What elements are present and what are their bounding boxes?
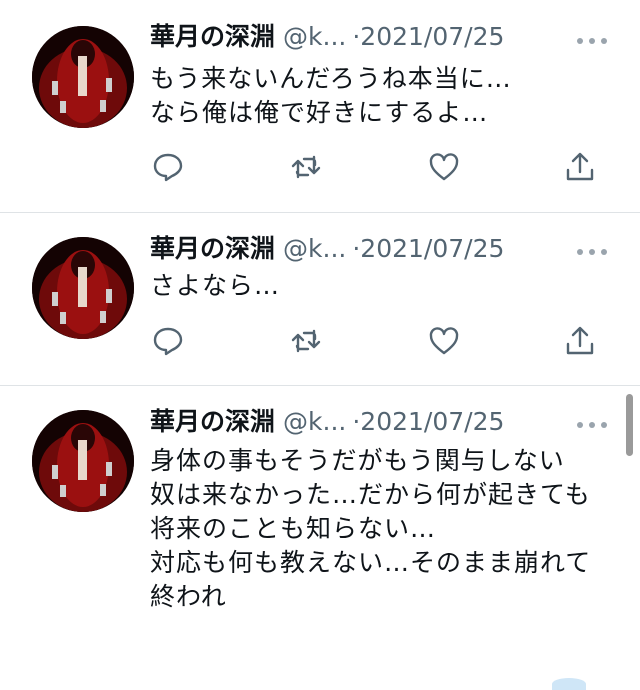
tweet-date[interactable]: 2021/07/25: [360, 22, 504, 51]
display-name[interactable]: 華月の深淵: [150, 407, 275, 436]
reply-button[interactable]: [152, 325, 188, 357]
retweet-button[interactable]: [290, 325, 326, 357]
tweet-date[interactable]: 2021/07/25: [360, 234, 504, 263]
like-button[interactable]: [428, 325, 464, 357]
scrollbar[interactable]: [626, 394, 633, 456]
tweet-header: 華月の深淵 @k... ·2021/07/25: [150, 232, 504, 266]
reply-icon: [153, 153, 183, 182]
avatar[interactable]: [32, 410, 134, 512]
retweet-button[interactable]: [290, 151, 326, 183]
tweet[interactable]: 華月の深淵 @k... ·2021/07/25 もう来ないんだろうね本当に… なら俺…: [0, 0, 640, 212]
avatar-image: [32, 410, 134, 512]
more-icon[interactable]: [574, 32, 610, 50]
like-icon: [429, 327, 459, 355]
avatar-image: [32, 26, 134, 128]
display-name[interactable]: 華月の深淵: [150, 234, 275, 263]
reply-button[interactable]: [152, 151, 188, 183]
more-icon[interactable]: [574, 243, 610, 261]
floating-button-edge[interactable]: [552, 678, 586, 690]
user-handle[interactable]: @k...: [283, 407, 346, 436]
retweet-icon: [291, 155, 321, 179]
reply-icon: [153, 327, 183, 356]
tweet-text: さよなら…: [150, 271, 281, 300]
like-button[interactable]: [428, 151, 464, 183]
share-button[interactable]: [564, 151, 600, 183]
share-icon: [566, 152, 594, 181]
tweet[interactable]: 華月の深淵 @k... ·2021/07/25 さよなら…: [0, 213, 640, 385]
tweet[interactable]: 華月の深淵 @k... ·2021/07/25 身体の事もそうだがもう関与しない 奴…: [0, 386, 640, 684]
avatar-image: [32, 237, 134, 339]
avatar[interactable]: [32, 26, 134, 128]
tweet-text: 身体の事もそうだがもう関与しない 奴は来なかった…だから何が起きても将来のことも…: [150, 446, 592, 611]
user-handle[interactable]: @k...: [283, 234, 346, 263]
tweet-text: もう来ないんだろうね本当に… なら俺は俺で好きにするよ…: [150, 64, 512, 127]
tweet-header: 華月の深淵 @k... ·2021/07/25: [150, 20, 504, 54]
more-icon[interactable]: [574, 416, 610, 434]
avatar[interactable]: [32, 237, 134, 339]
tweet-actions: [150, 325, 610, 357]
retweet-icon: [291, 329, 321, 353]
tweet-date[interactable]: 2021/07/25: [360, 407, 504, 436]
tweet-header: 華月の深淵 @k... ·2021/07/25: [150, 405, 504, 439]
user-handle[interactable]: @k...: [283, 22, 346, 51]
like-icon: [429, 153, 459, 181]
share-icon: [566, 326, 594, 355]
tweet-actions: [150, 151, 610, 183]
share-button[interactable]: [564, 325, 600, 357]
display-name[interactable]: 華月の深淵: [150, 22, 275, 51]
